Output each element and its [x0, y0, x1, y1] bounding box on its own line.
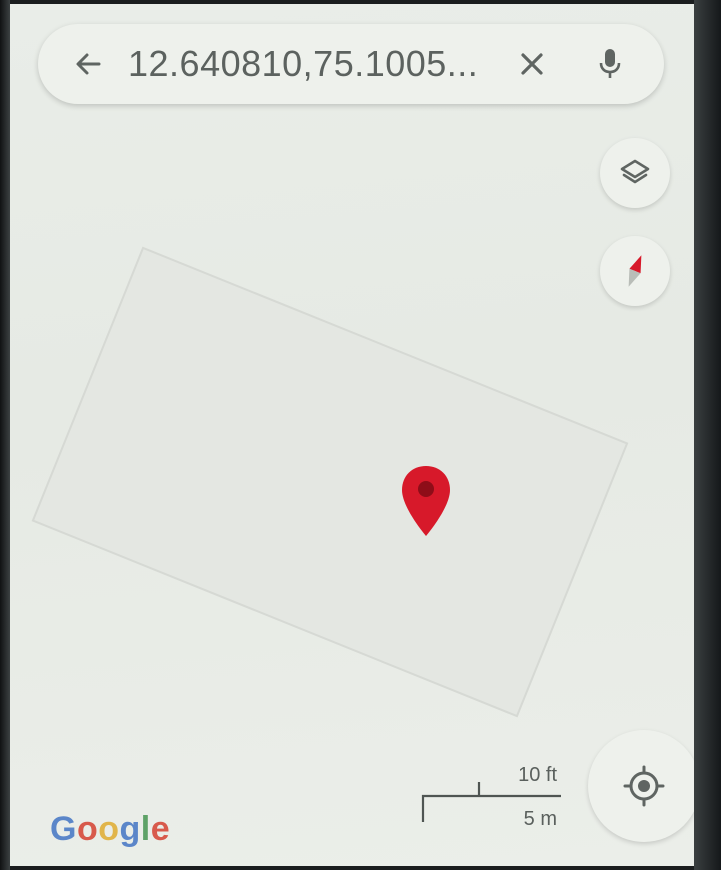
search-query-text[interactable]: 12.640810,75.1005...: [128, 43, 478, 85]
scale-metric-label: 5 m: [523, 808, 557, 830]
logo-letter: e: [150, 810, 171, 848]
logo-letter: g: [119, 810, 141, 848]
microphone-icon: [599, 49, 621, 78]
logo-letter: G: [50, 810, 77, 848]
logo-letter: l: [140, 810, 151, 848]
compass-icon: [628, 255, 642, 287]
device-bezel-right: [694, 0, 721, 870]
search-bar[interactable]: 12.640810,75.1005...: [38, 24, 664, 104]
close-icon: [521, 53, 543, 75]
compass-button[interactable]: [600, 236, 670, 306]
map-scale-bar: 10 ft 5 m: [415, 764, 565, 834]
logo-letter: o: [98, 810, 120, 848]
layers-button[interactable]: [600, 138, 670, 208]
map-view[interactable]: 12.640810,75.1005... 10 ft 5 m Google: [10, 4, 694, 866]
map-pin-icon[interactable]: [400, 464, 452, 538]
my-location-icon: [623, 765, 665, 807]
back-button[interactable]: [60, 36, 116, 92]
layers-icon: [620, 159, 650, 184]
building-footprint: [31, 246, 629, 718]
clear-search-button[interactable]: [504, 36, 560, 92]
voice-search-button[interactable]: [582, 36, 638, 92]
logo-letter: o: [76, 810, 99, 848]
google-logo: Google: [50, 810, 170, 849]
my-location-button[interactable]: [588, 730, 694, 842]
device-bezel-left: [0, 0, 10, 870]
arrow-left-icon: [76, 53, 101, 75]
